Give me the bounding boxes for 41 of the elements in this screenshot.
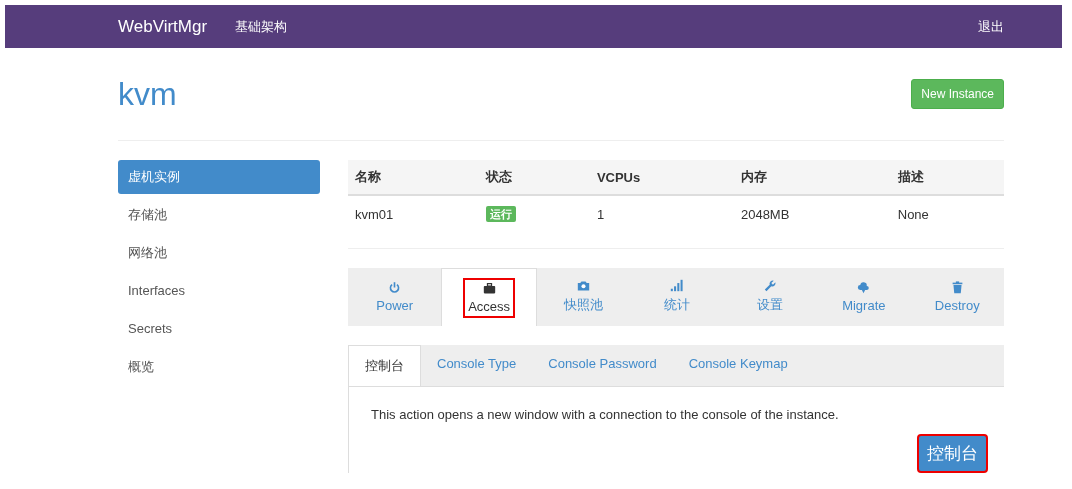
column-header: 状态 — [479, 160, 590, 195]
column-header: VCPUs — [589, 160, 734, 195]
action-tab[interactable]: Destroy — [910, 268, 1004, 325]
status-badge: 运行 — [486, 206, 517, 222]
table-cell: None — [890, 195, 1004, 249]
action-tab[interactable]: Power — [348, 268, 442, 325]
logout-link[interactable]: 退出 — [978, 17, 1004, 36]
signal-icon — [670, 279, 684, 292]
brand-link[interactable]: WebVirtMgr — [118, 16, 208, 37]
column-header: 描述 — [890, 160, 1004, 195]
panel-text: This action opens a new window with a connection to the console of the instance. — [371, 407, 840, 422]
sidebar-item[interactable]: 网络池 — [118, 236, 320, 270]
power-icon — [388, 280, 402, 294]
wrench-icon — [763, 279, 777, 292]
nav-link[interactable]: 基础架构 — [235, 17, 288, 36]
new-instance-button[interactable]: New Instance — [911, 79, 1004, 109]
action-tab[interactable]: 快照池 — [536, 268, 631, 325]
table-cell: 2048MB — [733, 195, 891, 249]
sidebar-item[interactable]: 概览 — [118, 350, 320, 384]
page-title: kvm — [118, 75, 177, 113]
sidebar-item[interactable]: 存储池 — [118, 198, 320, 232]
action-tab[interactable]: 统计 — [630, 268, 724, 325]
console-button[interactable]: 控制台 — [917, 434, 988, 473]
cloud-icon — [857, 280, 871, 294]
console-tab[interactable]: Console Keymap — [672, 345, 804, 386]
action-tab[interactable]: Access — [441, 268, 537, 326]
briefcase-icon — [482, 281, 496, 295]
column-header: 内存 — [733, 160, 891, 195]
action-tab[interactable]: 设置 — [723, 268, 818, 325]
sidebar-item[interactable]: Interfaces — [118, 274, 320, 308]
column-header: 名称 — [348, 160, 480, 195]
table-cell: kvm01 — [348, 195, 480, 249]
console-tab[interactable]: Console Password — [532, 345, 673, 386]
console-tab[interactable]: Console Type — [421, 345, 533, 386]
console-tab[interactable]: 控制台 — [348, 345, 421, 386]
camera-icon — [577, 279, 591, 292]
action-tab[interactable]: Migrate — [817, 268, 911, 325]
table-cell: 1 — [589, 195, 734, 249]
trash-icon — [950, 280, 964, 294]
sidebar-item[interactable]: 虚机实例 — [118, 160, 320, 194]
sidebar-item[interactable]: Secrets — [118, 312, 320, 346]
